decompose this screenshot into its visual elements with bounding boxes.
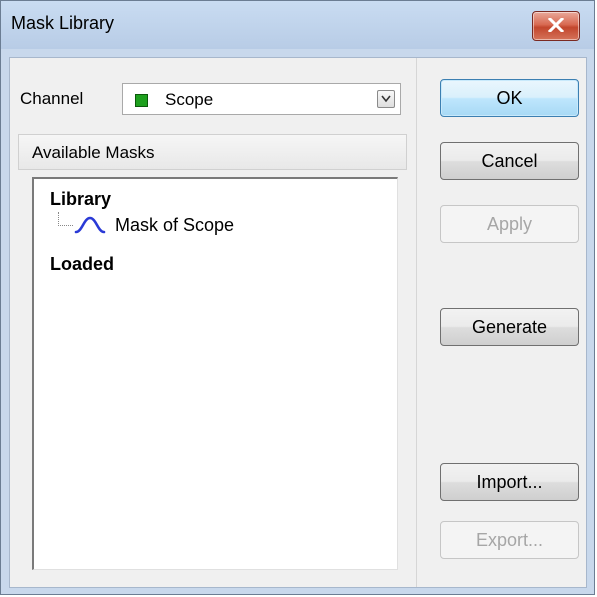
channel-value: Scope xyxy=(165,90,214,109)
cancel-button[interactable]: Cancel xyxy=(440,142,579,180)
masks-tree[interactable]: Library Mask of Scope Loaded xyxy=(32,177,398,570)
close-icon xyxy=(548,18,564,32)
channel-color-swatch xyxy=(135,94,148,107)
export-button[interactable]: Export... xyxy=(440,521,579,559)
available-masks-title: Available Masks xyxy=(32,143,155,162)
generate-button[interactable]: Generate xyxy=(440,308,579,346)
available-masks-header: Available Masks xyxy=(18,134,407,170)
close-button[interactable] xyxy=(532,11,580,41)
title-bar[interactable]: Mask Library xyxy=(1,1,594,49)
tree-node-library[interactable]: Library xyxy=(50,189,111,210)
channel-label: Channel xyxy=(20,89,84,108)
window-title: Mask Library xyxy=(11,13,115,33)
mask-waveform-icon xyxy=(74,216,108,239)
mask-library-dialog: Mask Library Channel Scope Available Mas… xyxy=(0,0,595,595)
apply-button[interactable]: Apply xyxy=(440,205,579,243)
channel-select[interactable]: Scope xyxy=(122,83,401,115)
import-button[interactable]: Import... xyxy=(440,463,579,501)
ok-button[interactable]: OK xyxy=(440,79,579,117)
dropdown-button[interactable] xyxy=(377,90,395,108)
chevron-down-icon xyxy=(381,95,391,103)
tree-node-loaded[interactable]: Loaded xyxy=(50,254,114,275)
tree-connector-line xyxy=(58,212,73,226)
tree-item-mask-of-scope[interactable]: Mask of Scope xyxy=(115,215,234,236)
